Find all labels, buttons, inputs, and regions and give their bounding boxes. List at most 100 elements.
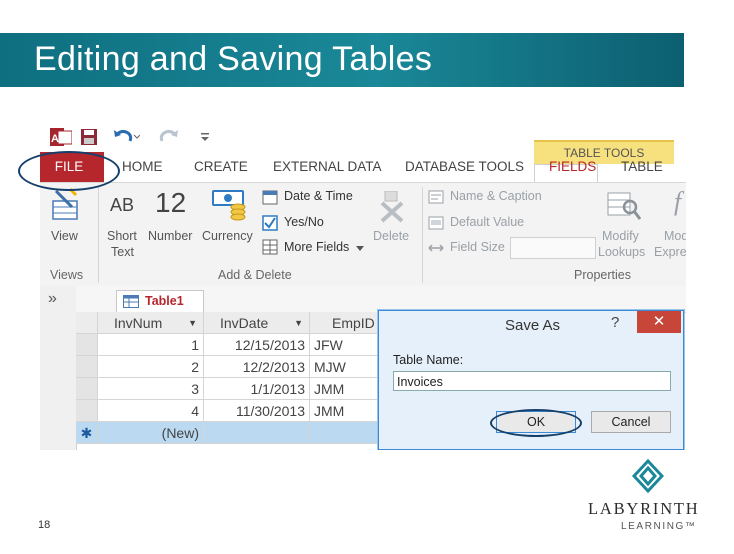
short-text-button-line2: Text [111,245,134,259]
file-tab-highlight-oval [18,151,120,191]
group-label-properties: Properties [574,268,631,282]
row-selector[interactable] [76,400,98,422]
column-header-empid[interactable]: EmpID [310,312,386,334]
labyrinth-logo-sub: LEARNING™ [621,521,697,532]
new-record-placeholder[interactable]: (New) [98,422,204,444]
access-screenshot: A TABLE TOOLS FILE HOME CREATE EXTERNAL … [40,118,686,450]
page-number: 18 [38,519,51,531]
field-size-icon [428,244,444,252]
undo-icon[interactable] [112,127,140,145]
chevron-down-icon[interactable]: ▼ [188,312,197,333]
labyrinth-logo-text: LABYRINTH [588,499,700,518]
modify-expression-button-line2: Expre [654,245,686,259]
yes-no-button[interactable]: Yes/No [284,215,324,229]
date-time-button[interactable]: Date & Time [284,189,353,203]
dialog-title: Save As [505,317,561,334]
cell-empid[interactable]: MJW [310,356,386,378]
column-header-invdate[interactable]: InvDate ▼ [204,312,310,334]
svg-text:A: A [51,133,59,145]
table1-tab[interactable]: Table1 [116,290,204,313]
column-header-label: EmpID [332,315,375,331]
new-record-icon[interactable]: ✱ [76,422,98,444]
dialog-title-bar[interactable]: Save As ? ✕ [379,311,683,341]
select-all-corner[interactable] [76,312,98,334]
modify-lookups-icon [607,192,642,220]
save-icon[interactable] [80,128,98,146]
name-caption-icon [428,190,444,204]
group-label-views: Views [50,268,84,282]
cell-empid[interactable]: JMM [310,400,386,422]
close-icon[interactable]: ✕ [637,311,681,333]
table-row[interactable]: 1 12/15/2013 JFW [76,334,386,356]
tab-database-tools[interactable]: DATABASE TOOLS [405,159,524,174]
cell-empid[interactable] [310,422,386,444]
header-row: InvNum ▼ InvDate ▼ EmpID [76,312,386,334]
table-row[interactable]: 2 12/2/2013 MJW [76,356,386,378]
help-icon[interactable]: ? [611,314,619,331]
cell-invnum[interactable]: 2 [98,356,204,378]
tab-fields[interactable]: FIELDS [549,159,596,174]
expression-icon: f [674,187,682,216]
more-fields-button[interactable]: More Fields [284,240,349,254]
default-value-icon [428,216,444,230]
group-divider [98,187,99,283]
table-row[interactable]: 4 11/30/2013 JMM [76,400,386,422]
navigation-pane-collapsed[interactable]: » [40,286,77,450]
delete-button[interactable]: Delete [373,229,409,243]
view-icon [52,187,78,220]
tab-table[interactable]: TABLE [621,159,663,174]
row-selector[interactable] [76,334,98,356]
chevron-down-icon[interactable]: ▼ [294,312,303,333]
yes-no-checkbox-icon [262,215,278,231]
view-button[interactable]: View [51,229,78,243]
table-row[interactable]: 3 1/1/2013 JMM [76,378,386,400]
table-name-label: Table Name: [393,353,464,367]
row-selector[interactable] [76,356,98,378]
cancel-button[interactable]: Cancel [591,411,671,433]
currency-icon [212,190,246,221]
short-text-icon: AB [110,195,135,215]
cell-invnum[interactable]: 1 [98,334,204,356]
name-caption-button[interactable]: Name & Caption [450,189,542,203]
number-button[interactable]: Number [148,229,192,243]
document-tab-strip: Table1 [76,286,686,313]
column-header-label: InvDate [220,315,269,331]
cell-invdate[interactable]: 1/1/2013 [204,378,310,400]
group-divider [422,187,423,283]
access-app-icon: A [50,128,72,146]
slide-title: Editing and Saving Tables [34,40,433,78]
table-name-input[interactable]: Invoices [393,371,671,391]
cell-invnum[interactable]: 3 [98,378,204,400]
short-text-button[interactable]: Short [107,229,137,243]
labyrinth-logo-icon [632,459,664,493]
date-time-icon [262,190,278,205]
delete-icon [380,191,404,223]
ribbon-tab-row: TABLE TOOLS FILE HOME CREATE EXTERNAL DA… [40,140,686,185]
row-selector[interactable] [76,378,98,400]
expand-nav-icon[interactable]: » [48,290,57,308]
redo-icon[interactable] [158,127,186,145]
tab-external-data[interactable]: EXTERNAL DATA [273,159,382,174]
currency-button[interactable]: Currency [202,229,253,243]
column-header-label: InvNum [114,315,163,331]
customize-toolbar-icon[interactable] [200,132,210,142]
modify-expression-button[interactable]: Mod [664,229,686,243]
tab-home[interactable]: HOME [122,159,163,174]
cell-invdate[interactable]: 12/2/2013 [204,356,310,378]
default-value-button[interactable]: Default Value [450,215,524,229]
modify-lookups-button[interactable]: Modify [602,229,639,243]
cell-invdate[interactable]: 12/15/2013 [204,334,310,356]
cell-invdate[interactable]: 11/30/2013 [204,400,310,422]
new-record-row[interactable]: ✱ (New) [76,422,386,444]
cell-empid[interactable]: JFW [310,334,386,356]
chevron-down-icon [356,246,364,251]
tab-create[interactable]: CREATE [194,159,248,174]
field-size-input[interactable] [510,237,596,259]
cell-invdate[interactable] [204,422,310,444]
modify-lookups-button-line2: Lookups [598,245,646,259]
cell-empid[interactable]: JMM [310,378,386,400]
group-label-add-delete: Add & Delete [218,268,292,282]
number-icon: 12 [155,187,187,218]
cell-invnum[interactable]: 4 [98,400,204,422]
column-header-invnum[interactable]: InvNum ▼ [98,312,204,334]
